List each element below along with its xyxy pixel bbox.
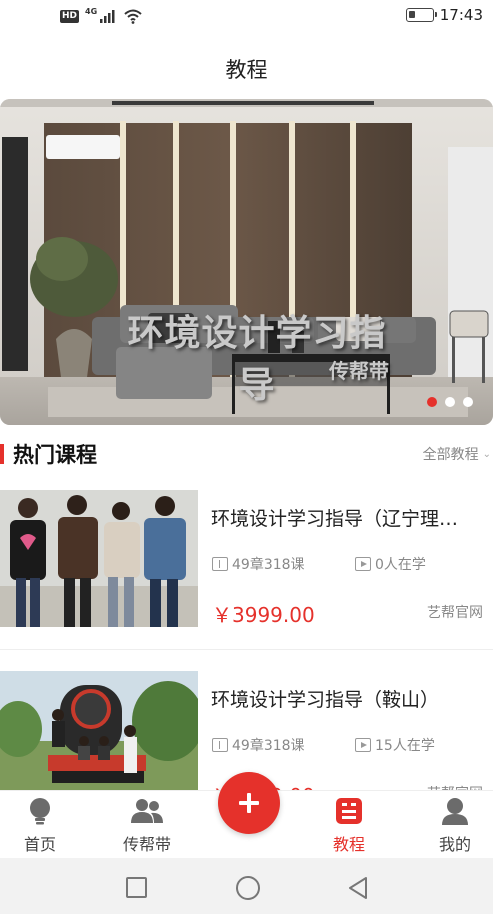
book-icon bbox=[212, 557, 228, 571]
play-icon bbox=[355, 738, 371, 752]
chapter-count-label: 49章318课 bbox=[232, 738, 305, 754]
carousel-indicator bbox=[427, 397, 473, 407]
system-nav-bar bbox=[0, 858, 493, 914]
course-price: ￥3999.00 bbox=[212, 603, 315, 627]
nav-label: 教程 bbox=[332, 835, 365, 854]
course-thumbnail bbox=[0, 490, 198, 627]
back-button bbox=[349, 877, 367, 899]
nav-label: 首页 bbox=[23, 835, 56, 854]
battery-level bbox=[408, 11, 415, 18]
status-bar: HD 4G 17:43 bbox=[0, 0, 493, 34]
signal-icon bbox=[100, 10, 115, 23]
hd-badge: HD bbox=[60, 9, 80, 23]
clock: 17:43 bbox=[439, 6, 483, 24]
nav-label: 我的 bbox=[438, 835, 471, 854]
all-tutorials-link[interactable]: 全部教程 ⌄ bbox=[423, 444, 491, 464]
course-photo-group bbox=[0, 490, 198, 627]
chevron-down-icon: ⌄ bbox=[482, 448, 491, 460]
user-icon bbox=[442, 798, 468, 825]
wifi-icon bbox=[124, 9, 142, 24]
chapter-count: 49章318课 bbox=[212, 735, 305, 755]
tutorial-icon bbox=[336, 798, 362, 824]
people-icon bbox=[131, 799, 163, 823]
book-icon bbox=[212, 738, 228, 752]
learner-count: 15人在学 bbox=[355, 735, 435, 755]
carousel-dot[interactable] bbox=[445, 397, 455, 407]
status-icons-right: 17:43 bbox=[405, 6, 483, 24]
course-source: 艺帮官网 bbox=[427, 605, 483, 621]
nav-item-tutorials[interactable]: 教程 bbox=[309, 797, 389, 855]
add-button[interactable] bbox=[218, 772, 280, 834]
network-type: 4G bbox=[85, 6, 98, 16]
course-title: 环境设计学习指导（鞍山） bbox=[211, 689, 440, 711]
learner-count: 0人在学 bbox=[355, 554, 426, 574]
chapter-count: 49章318课 bbox=[212, 554, 305, 574]
section-header-hot-courses: 热门课程 全部教程 ⌄ bbox=[0, 438, 493, 468]
nav-item-home[interactable]: 首页 bbox=[0, 797, 80, 855]
battery-icon bbox=[405, 8, 437, 22]
banner-subtitle: 传帮带 bbox=[329, 359, 389, 383]
status-icons-left: HD 4G bbox=[60, 6, 143, 24]
nav-item-mentoring[interactable]: 传帮带 bbox=[107, 797, 187, 855]
section-accent-bar bbox=[0, 444, 4, 464]
all-tutorials-label: 全部教程 bbox=[422, 447, 479, 463]
bulb-icon bbox=[30, 798, 50, 825]
nav-item-profile[interactable]: 我的 bbox=[415, 797, 493, 855]
learner-count-label: 0人在学 bbox=[375, 557, 426, 573]
course-photo-train bbox=[0, 671, 198, 790]
play-icon bbox=[355, 557, 371, 571]
page-title: 教程 bbox=[225, 58, 268, 82]
banner-carousel[interactable]: 环境设计学习指导 传帮带 bbox=[0, 99, 493, 425]
carousel-dot[interactable] bbox=[427, 397, 437, 407]
recent-apps-button bbox=[126, 877, 147, 898]
section-title: 热门课程 bbox=[13, 443, 97, 467]
list-divider bbox=[0, 649, 493, 650]
carousel-dot[interactable] bbox=[463, 397, 473, 407]
course-thumbnail bbox=[0, 671, 198, 790]
course-title: 环境设计学习指导（辽宁理… bbox=[211, 508, 459, 530]
course-card[interactable]: 环境设计学习指导（辽宁理… 49章318课 0人在学 ￥3999.00 艺帮官网 bbox=[0, 490, 493, 630]
chapter-count-label: 49章318课 bbox=[232, 557, 305, 573]
home-button bbox=[236, 876, 260, 900]
nav-label: 传帮带 bbox=[122, 835, 171, 854]
system-nav-buttons bbox=[126, 876, 367, 900]
learner-count-label: 15人在学 bbox=[375, 738, 435, 754]
